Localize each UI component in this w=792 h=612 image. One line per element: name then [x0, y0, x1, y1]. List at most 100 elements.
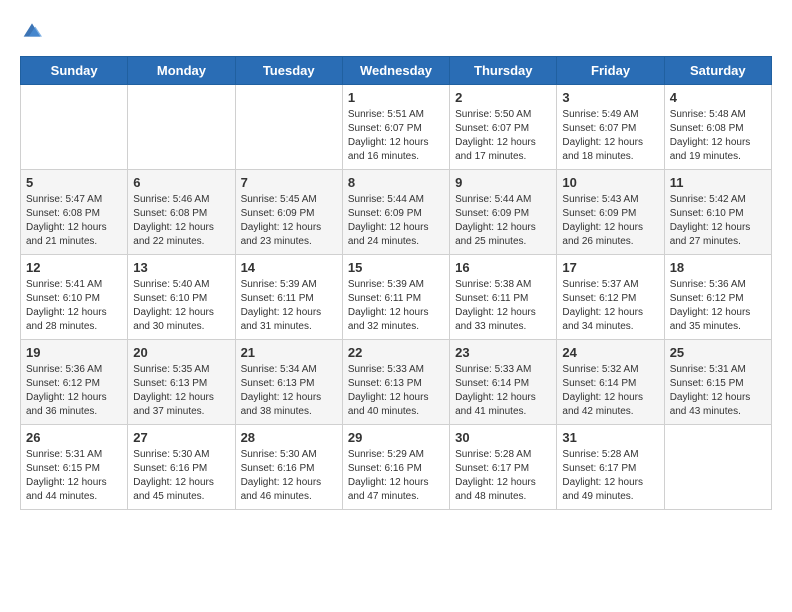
- calendar-cell: 5Sunrise: 5:47 AM Sunset: 6:08 PM Daylig…: [21, 170, 128, 255]
- calendar-cell: 2 Sunrise: 5:50 AM Sunset: 6:07 PM Daylig…: [450, 85, 557, 170]
- calendar-cell: 12 Sunrise: 5:41 AM Sunset: 6:10 PM Dayli…: [21, 255, 128, 340]
- day-number: 17: [562, 260, 658, 275]
- day-info: Sunrise: 5:46 AM Sunset: 6:08 PM Dayligh…: [133, 193, 229, 249]
- day-info: Sunrise: 5:38 AM Sunset: 6:11 PM Dayligh…: [455, 278, 551, 334]
- weekday-header-friday: Friday: [557, 57, 664, 85]
- day-info: Sunrise: 5:31 AM Sunset: 6:15 PM Dayligh…: [26, 448, 122, 504]
- calendar-cell: [21, 85, 128, 170]
- calendar-cell: 3 Sunrise: 5:49 AM Sunset: 6:07 PM Daylig…: [557, 85, 664, 170]
- calendar-cell: 17 Sunrise: 5:37 AM Sunset: 6:12 PM Dayli…: [557, 255, 664, 340]
- day-info: Sunrise: 5:40 AM Sunset: 6:10 PM Dayligh…: [133, 278, 229, 334]
- calendar-cell: [128, 85, 235, 170]
- day-number: 12: [26, 260, 122, 275]
- day-info: Sunrise: 5:51 AM Sunset: 6:07 PM Dayligh…: [348, 108, 444, 164]
- calendar-cell: 18 Sunrise: 5:36 AM Sunset: 6:12 PM Dayli…: [664, 255, 771, 340]
- day-number: 10: [562, 175, 658, 190]
- day-info: Sunrise: 5:39 AM Sunset: 6:11 PM Dayligh…: [348, 278, 444, 334]
- calendar-cell: 8 Sunrise: 5:44 AM Sunset: 6:09 PM Daylig…: [342, 170, 449, 255]
- calendar-cell: 28 Sunrise: 5:30 AM Sunset: 6:16 PM Dayli…: [235, 425, 342, 510]
- calendar-cell: 13 Sunrise: 5:40 AM Sunset: 6:10 PM Dayli…: [128, 255, 235, 340]
- day-number: 14: [241, 260, 337, 275]
- calendar-cell: [664, 425, 771, 510]
- weekday-header-sunday: Sunday: [21, 57, 128, 85]
- calendar-cell: 29 Sunrise: 5:29 AM Sunset: 6:16 PM Dayli…: [342, 425, 449, 510]
- day-number: 21: [241, 345, 337, 360]
- calendar-cell: 16 Sunrise: 5:38 AM Sunset: 6:11 PM Dayli…: [450, 255, 557, 340]
- day-info: Sunrise: 5:35 AM Sunset: 6:13 PM Dayligh…: [133, 363, 229, 419]
- calendar-cell: 11Sunrise: 5:42 AM Sunset: 6:10 PM Dayli…: [664, 170, 771, 255]
- day-info: Sunrise: 5:44 AM Sunset: 6:09 PM Dayligh…: [455, 193, 551, 249]
- day-info: Sunrise: 5:50 AM Sunset: 6:07 PM Dayligh…: [455, 108, 551, 164]
- calendar-header-row: SundayMondayTuesdayWednesdayThursdayFrid…: [21, 57, 772, 85]
- weekday-header-saturday: Saturday: [664, 57, 771, 85]
- day-number: 30: [455, 430, 551, 445]
- calendar-cell: 4 Sunrise: 5:48 AM Sunset: 6:08 PM Daylig…: [664, 85, 771, 170]
- calendar-cell: 26 Sunrise: 5:31 AM Sunset: 6:15 PM Dayli…: [21, 425, 128, 510]
- calendar-cell: 24 Sunrise: 5:32 AM Sunset: 6:14 PM Dayli…: [557, 340, 664, 425]
- calendar-cell: 25 Sunrise: 5:31 AM Sunset: 6:15 PM Dayli…: [664, 340, 771, 425]
- day-number: 5: [26, 175, 122, 190]
- weekday-header-thursday: Thursday: [450, 57, 557, 85]
- calendar-week-3: 12 Sunrise: 5:41 AM Sunset: 6:10 PM Dayli…: [21, 255, 772, 340]
- day-info: Sunrise: 5:44 AM Sunset: 6:09 PM Dayligh…: [348, 193, 444, 249]
- day-number: 27: [133, 430, 229, 445]
- day-number: 4: [670, 90, 766, 105]
- day-info: Sunrise: 5:28 AM Sunset: 6:17 PM Dayligh…: [562, 448, 658, 504]
- day-number: 24: [562, 345, 658, 360]
- day-number: 6: [133, 175, 229, 190]
- calendar-cell: 7Sunrise: 5:45 AM Sunset: 6:09 PM Daylig…: [235, 170, 342, 255]
- calendar-cell: 22 Sunrise: 5:33 AM Sunset: 6:13 PM Dayli…: [342, 340, 449, 425]
- day-number: 19: [26, 345, 122, 360]
- day-number: 2: [455, 90, 551, 105]
- logo: [20, 20, 42, 40]
- day-info: Sunrise: 5:33 AM Sunset: 6:14 PM Dayligh…: [455, 363, 551, 419]
- day-number: 23: [455, 345, 551, 360]
- day-info: Sunrise: 5:36 AM Sunset: 6:12 PM Dayligh…: [670, 278, 766, 334]
- calendar-cell: 23 Sunrise: 5:33 AM Sunset: 6:14 PM Dayli…: [450, 340, 557, 425]
- day-info: Sunrise: 5:41 AM Sunset: 6:10 PM Dayligh…: [26, 278, 122, 334]
- day-info: Sunrise: 5:32 AM Sunset: 6:14 PM Dayligh…: [562, 363, 658, 419]
- calendar-cell: 9 Sunrise: 5:44 AM Sunset: 6:09 PM Daylig…: [450, 170, 557, 255]
- page-header: [20, 20, 772, 40]
- day-number: 3: [562, 90, 658, 105]
- weekday-header-monday: Monday: [128, 57, 235, 85]
- day-number: 29: [348, 430, 444, 445]
- day-info: Sunrise: 5:28 AM Sunset: 6:17 PM Dayligh…: [455, 448, 551, 504]
- day-info: Sunrise: 5:33 AM Sunset: 6:13 PM Dayligh…: [348, 363, 444, 419]
- calendar-week-5: 26 Sunrise: 5:31 AM Sunset: 6:15 PM Dayli…: [21, 425, 772, 510]
- day-number: 28: [241, 430, 337, 445]
- weekday-header-tuesday: Tuesday: [235, 57, 342, 85]
- calendar-cell: 14 Sunrise: 5:39 AM Sunset: 6:11 PM Dayli…: [235, 255, 342, 340]
- day-info: Sunrise: 5:49 AM Sunset: 6:07 PM Dayligh…: [562, 108, 658, 164]
- day-number: 20: [133, 345, 229, 360]
- calendar-table: SundayMondayTuesdayWednesdayThursdayFrid…: [20, 56, 772, 510]
- day-number: 7: [241, 175, 337, 190]
- calendar-week-1: 1 Sunrise: 5:51 AM Sunset: 6:07 PM Daylig…: [21, 85, 772, 170]
- day-info: Sunrise: 5:29 AM Sunset: 6:16 PM Dayligh…: [348, 448, 444, 504]
- calendar-cell: 10Sunrise: 5:43 AM Sunset: 6:09 PM Dayli…: [557, 170, 664, 255]
- day-info: Sunrise: 5:30 AM Sunset: 6:16 PM Dayligh…: [241, 448, 337, 504]
- day-info: Sunrise: 5:48 AM Sunset: 6:08 PM Dayligh…: [670, 108, 766, 164]
- calendar-cell: 1 Sunrise: 5:51 AM Sunset: 6:07 PM Daylig…: [342, 85, 449, 170]
- calendar-cell: 21Sunrise: 5:34 AM Sunset: 6:13 PM Dayli…: [235, 340, 342, 425]
- calendar-cell: 27Sunrise: 5:30 AM Sunset: 6:16 PM Dayli…: [128, 425, 235, 510]
- day-info: Sunrise: 5:39 AM Sunset: 6:11 PM Dayligh…: [241, 278, 337, 334]
- day-number: 22: [348, 345, 444, 360]
- day-number: 26: [26, 430, 122, 445]
- day-number: 1: [348, 90, 444, 105]
- day-number: 8: [348, 175, 444, 190]
- day-number: 16: [455, 260, 551, 275]
- day-number: 13: [133, 260, 229, 275]
- day-number: 15: [348, 260, 444, 275]
- calendar-cell: 31 Sunrise: 5:28 AM Sunset: 6:17 PM Dayli…: [557, 425, 664, 510]
- day-number: 9: [455, 175, 551, 190]
- calendar-cell: 19Sunrise: 5:36 AM Sunset: 6:12 PM Dayli…: [21, 340, 128, 425]
- day-info: Sunrise: 5:37 AM Sunset: 6:12 PM Dayligh…: [562, 278, 658, 334]
- calendar-cell: [235, 85, 342, 170]
- day-number: 31: [562, 430, 658, 445]
- calendar-week-4: 19Sunrise: 5:36 AM Sunset: 6:12 PM Dayli…: [21, 340, 772, 425]
- day-number: 18: [670, 260, 766, 275]
- calendar-cell: 20 Sunrise: 5:35 AM Sunset: 6:13 PM Dayli…: [128, 340, 235, 425]
- day-info: Sunrise: 5:31 AM Sunset: 6:15 PM Dayligh…: [670, 363, 766, 419]
- day-number: 25: [670, 345, 766, 360]
